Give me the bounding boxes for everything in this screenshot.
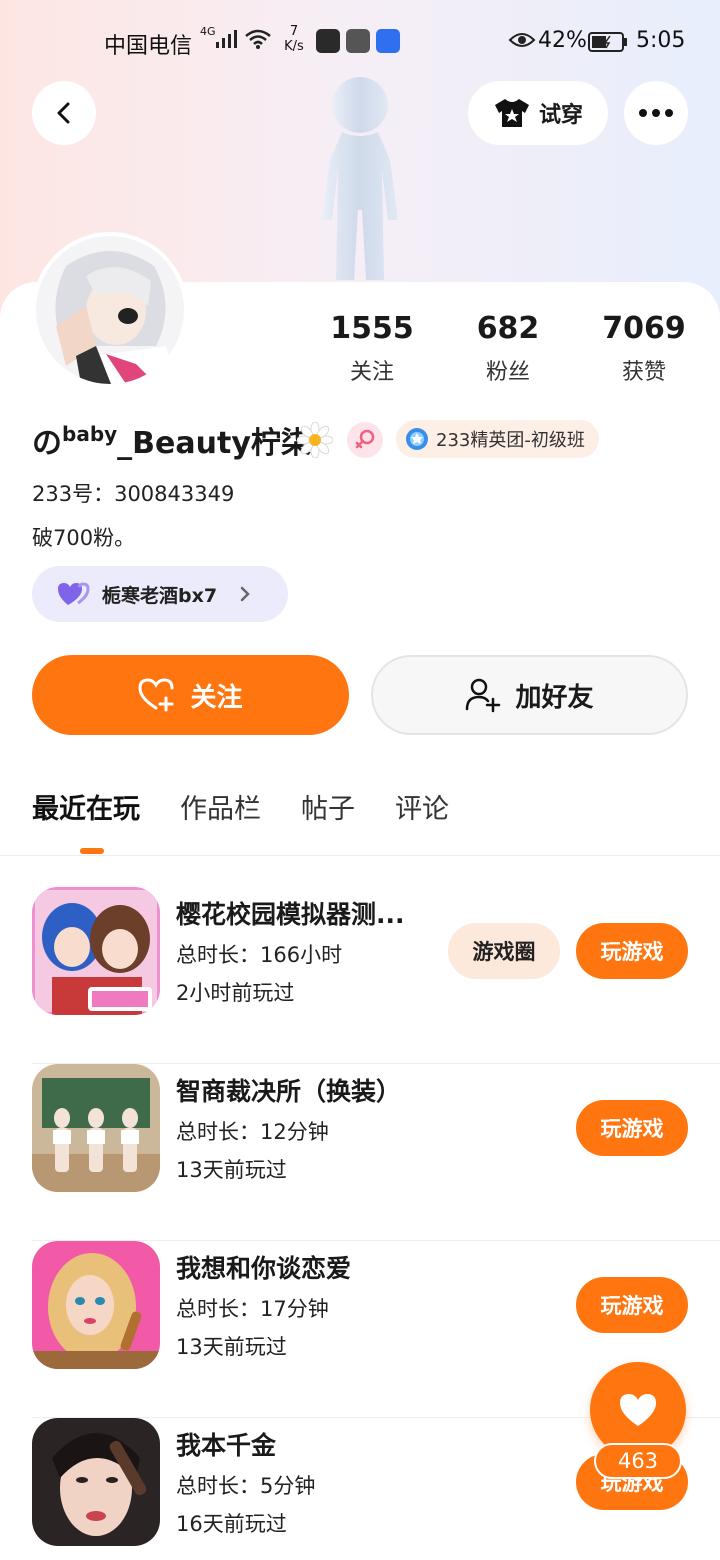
play-game-button[interactable]: 玩游戏 (576, 923, 688, 979)
active-tab-indicator (80, 848, 104, 854)
try-on-button[interactable]: 试穿 (468, 81, 608, 145)
avatar-3d-silhouette (322, 77, 398, 280)
tabs-divider (0, 855, 720, 856)
game-icon-rich-daughter[interactable] (32, 1418, 160, 1546)
female-icon (355, 429, 375, 449)
tab-recently-played[interactable]: 最近在玩 (32, 790, 140, 840)
follow-label: 关注 (190, 682, 243, 713)
level-badge-label: 233精英团-初级班 (436, 430, 585, 451)
level-badge[interactable]: 233精英团-初级班 (396, 420, 599, 458)
username: のbaby_Beauty柠柒 (32, 418, 311, 462)
game-circle-button[interactable]: 游戏圈 (448, 923, 560, 979)
tab-works[interactable]: 作品栏 (180, 790, 261, 840)
play-game-button[interactable]: 玩游戏 (576, 1277, 688, 1333)
game-cover-image (32, 1064, 160, 1192)
add-friend-button[interactable]: 加好友 (371, 655, 688, 735)
likes-count: 7069 (602, 311, 686, 346)
avatar-image (36, 236, 184, 384)
speed-unit: K/s (284, 39, 304, 54)
fans-label: 粉丝 (485, 360, 530, 385)
back-button[interactable] (32, 81, 96, 145)
game-title: 我本千金 (176, 1431, 277, 1460)
game-duration: 总时长：5分钟 (176, 1474, 316, 1498)
game-cover-image (32, 887, 160, 1015)
notification-app-icon (316, 29, 340, 53)
username-prefix: の (32, 426, 62, 461)
stat-fans[interactable]: 682 粉丝 (448, 310, 568, 386)
stat-following[interactable]: 1555 关注 (312, 310, 432, 386)
wifi-icon (245, 29, 271, 49)
game-cover-image (32, 1418, 160, 1546)
tshirt-icon (494, 99, 529, 127)
daisy-emoji-icon (297, 422, 333, 458)
clock: 5:05 (636, 28, 686, 53)
game-cover-image (32, 1241, 160, 1369)
game-title: 我想和你谈恋爱 (176, 1254, 352, 1283)
username-suffix: _Beauty柠柒 (117, 426, 311, 461)
carrier-name: 中国电信 (104, 34, 193, 59)
profile-tabs: 最近在玩 作品栏 帖子 评论 (32, 790, 449, 840)
more-button[interactable] (624, 81, 688, 145)
game-title: 智商裁决所（换装） (176, 1077, 402, 1106)
game-icon-iq-judge[interactable] (32, 1064, 160, 1192)
fans-count: 682 (476, 311, 540, 346)
cp-relationship-pill[interactable]: 栀寒老酒bx7 (32, 566, 288, 622)
huawei-app-icon (346, 29, 370, 53)
game-row[interactable]: 智商裁决所（换装） 总时长：12分钟 13天前玩过 玩游戏 (0, 1064, 720, 1241)
stat-likes[interactable]: 7069 获赞 (584, 310, 704, 386)
game-last-played: 2小时前玩过 (176, 981, 295, 1005)
battery-percent: 42% (538, 28, 587, 53)
game-last-played: 13天前玩过 (176, 1335, 287, 1359)
follow-button[interactable]: 关注 (32, 655, 349, 735)
game-last-played: 13天前玩过 (176, 1158, 287, 1182)
game-duration: 总时长：166小时 (176, 943, 343, 967)
game-icon-sakura-school[interactable] (32, 887, 160, 1015)
heart-icon (620, 1394, 656, 1426)
username-sup: baby (62, 422, 118, 446)
eye-icon (508, 33, 536, 47)
following-count: 1555 (330, 311, 414, 346)
chevron-left-icon (57, 102, 70, 124)
play-game-button[interactable]: 玩游戏 (576, 1100, 688, 1156)
tab-posts[interactable]: 帖子 (301, 790, 355, 840)
try-on-label: 试穿 (538, 103, 583, 128)
more-dots-icon (639, 109, 673, 117)
game-duration: 总时长：12分钟 (176, 1120, 329, 1144)
heart-plus-icon (138, 678, 174, 712)
battery-icon (588, 32, 627, 52)
game-duration: 总时长：17分钟 (176, 1297, 329, 1321)
likes-label: 获赞 (621, 360, 666, 385)
game-icon-love[interactable] (32, 1241, 160, 1369)
following-label: 关注 (349, 360, 394, 385)
tab-comments[interactable]: 评论 (395, 790, 449, 840)
status-bar: 中国电信 4G 7 K/s 42% 5:05 (0, 20, 720, 64)
like-count-badge: 463 (594, 1443, 682, 1479)
game-last-played: 16天前玩过 (176, 1512, 287, 1536)
add-user-icon (466, 678, 501, 713)
network-speed: 7 K/s (280, 24, 308, 54)
game-title: 樱花校园模拟器测... (176, 900, 405, 929)
double-heart-icon (58, 582, 90, 605)
cp-name: 栀寒老酒bx7 (102, 584, 218, 607)
game-row[interactable]: 樱花校园模拟器测... 总时长：166小时 2小时前玩过 游戏圈 玩游戏 (0, 887, 720, 1064)
user-id: 233号：300843349 (32, 482, 235, 506)
medal-icon (406, 428, 428, 450)
add-friend-label: 加好友 (515, 682, 594, 713)
lightbulb-app-icon (376, 29, 400, 53)
speed-value: 7 (289, 24, 299, 39)
user-bio: 破700粉。 (32, 526, 136, 550)
female-gender-badge (347, 422, 383, 458)
signal-icon (216, 30, 237, 48)
chevron-right-icon (240, 586, 250, 602)
user-avatar[interactable] (32, 232, 188, 388)
